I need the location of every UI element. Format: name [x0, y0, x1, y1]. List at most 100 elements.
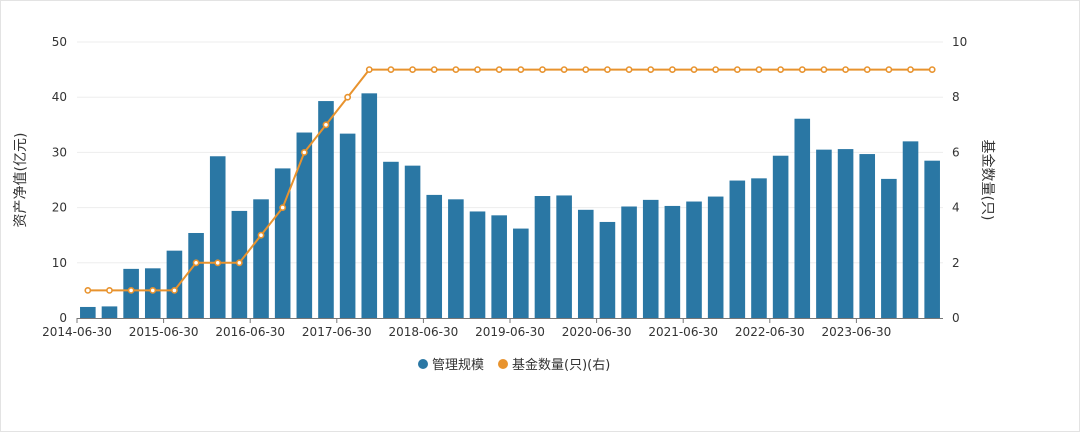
x-tick-label: 2015-06-30 [129, 325, 199, 339]
x-tick-label: 2020-06-30 [562, 325, 632, 339]
line-point [928, 66, 936, 73]
line-point [690, 66, 698, 73]
line-point [322, 121, 330, 129]
line-point [798, 66, 806, 73]
line-point [387, 66, 395, 73]
line-point [171, 286, 178, 294]
line-point [474, 66, 481, 73]
bar [339, 133, 356, 318]
bar [448, 199, 464, 318]
line-point [300, 148, 308, 156]
y-right-tick-label: 8 [952, 90, 960, 104]
legend-line-swatch [498, 359, 508, 369]
bar [902, 141, 919, 318]
line-point [344, 93, 352, 101]
line-point [755, 66, 763, 73]
line-point [452, 66, 460, 73]
y-left-tick-label: 0 [59, 311, 67, 325]
line-point [842, 66, 849, 73]
line-point [820, 66, 828, 73]
line-point [625, 66, 633, 73]
bar [642, 199, 659, 318]
y-right-tick-label: 4 [952, 201, 960, 215]
bar [296, 132, 313, 318]
combo-chart: 0 10 20 30 40 50 0 2 4 6 8 10 2014-06-30 2015-06-30 20… [13, 35, 996, 373]
bar [491, 215, 507, 318]
bar [794, 118, 811, 318]
bar [772, 155, 789, 318]
line-point [604, 66, 611, 73]
line-point [365, 66, 373, 73]
line-point [560, 66, 568, 73]
bar [209, 156, 226, 318]
bar [556, 195, 572, 318]
x-tick-label: 2017-06-30 [302, 325, 372, 339]
line-point [907, 66, 914, 73]
bar [404, 165, 421, 318]
x-tick-label: 2018-06-30 [389, 325, 459, 339]
y-right-tick-label: 6 [952, 145, 960, 159]
bar [577, 209, 594, 318]
line-point [409, 66, 416, 73]
line-point [430, 66, 438, 73]
bar [101, 306, 118, 318]
bar [534, 196, 551, 318]
x-tick-label: 2021-06-30 [648, 325, 718, 339]
line-point [863, 66, 871, 73]
bar [188, 232, 204, 318]
bar [513, 228, 529, 318]
line-point [668, 66, 676, 73]
y-left-tick-label: 30 [52, 145, 67, 159]
y-left-tick-label: 10 [52, 256, 67, 270]
y-right-tick-label: 0 [952, 311, 960, 325]
line-point [495, 66, 503, 73]
bar [621, 206, 637, 318]
x-tick-label: 2022-06-30 [735, 325, 805, 339]
bar [664, 205, 681, 318]
line-point [539, 66, 546, 73]
line-point [647, 66, 655, 73]
x-tick-label: 2014-06-30 [42, 325, 112, 339]
bar [274, 168, 291, 318]
line-point [192, 259, 200, 267]
x-tick-label: 2023-06-30 [822, 325, 892, 339]
line-point [127, 286, 135, 294]
bar [859, 154, 876, 318]
bar [599, 221, 616, 318]
y-right-tick-label: 2 [952, 256, 960, 270]
line-point [149, 286, 157, 294]
line-point [733, 66, 741, 73]
line-point [279, 204, 287, 211]
bar [80, 306, 96, 318]
bar [361, 93, 378, 318]
bar [469, 211, 486, 318]
bar [729, 180, 746, 318]
y-left-tick-label: 50 [52, 35, 67, 49]
line-point [582, 66, 590, 73]
y-left-tick-label: 20 [52, 201, 67, 215]
bar [686, 201, 702, 318]
bar [318, 101, 334, 319]
bar [383, 161, 399, 318]
line-point [712, 66, 720, 73]
line-point [885, 66, 893, 73]
line-point [106, 286, 113, 294]
bar [816, 149, 832, 318]
y-right-tick-label: 10 [952, 35, 967, 49]
bar [253, 199, 269, 318]
legend: 管理规模 基金数量(只)(右) [418, 357, 610, 373]
line-point [214, 259, 222, 267]
gridlines [77, 41, 943, 264]
y-left-axis-title: 资产净值(亿元) [13, 133, 29, 228]
legend-bar-swatch [418, 359, 428, 369]
bar [426, 194, 443, 318]
line-point [257, 231, 265, 239]
bar [837, 149, 854, 318]
line-point [84, 286, 92, 294]
bar [751, 178, 767, 318]
legend-line-label: 基金数量(只)(右) [512, 357, 610, 373]
x-tick-label: 2016-06-30 [215, 325, 285, 339]
legend-bar-label: 管理规模 [432, 358, 484, 373]
x-tick-label: 2019-06-30 [475, 325, 545, 339]
line-point [517, 66, 525, 73]
